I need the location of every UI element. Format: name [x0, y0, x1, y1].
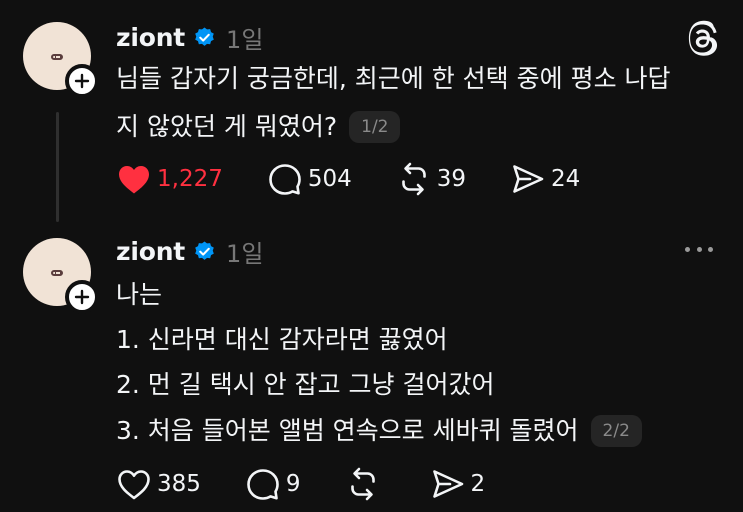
- page-indicator-badge: 2/2: [590, 415, 642, 447]
- comment-bubble-icon: [269, 164, 301, 195]
- like-button[interactable]: 1,227: [116, 162, 223, 196]
- username[interactable]: ziont: [116, 23, 185, 52]
- like-count: 1,227: [157, 166, 223, 192]
- reply-count: 9: [285, 471, 301, 497]
- follow-plus-icon[interactable]: [65, 64, 99, 98]
- verified-badge-icon: [195, 240, 214, 260]
- more-options-icon[interactable]: [685, 240, 713, 258]
- post-text-line: 1. 신라면 대신 감자라면 끓였어: [116, 325, 448, 354]
- share-button[interactable]: 24: [510, 162, 580, 196]
- heart-filled-icon: [119, 166, 149, 194]
- send-icon: [432, 470, 463, 498]
- avatar[interactable]: [23, 22, 99, 98]
- repost-button[interactable]: [345, 467, 386, 501]
- like-count: 385: [157, 471, 201, 497]
- avatar[interactable]: [23, 238, 99, 314]
- heart-outline-icon: [118, 470, 150, 500]
- post-text-span: 지 않았던 게 뭐였어?: [116, 112, 338, 141]
- post-actions: 1,227 504 39 24: [116, 162, 624, 196]
- post-time: 1일: [226, 25, 264, 54]
- send-icon: [513, 165, 544, 193]
- reply-button[interactable]: 504: [267, 162, 352, 196]
- username[interactable]: ziont: [116, 237, 185, 266]
- post-text-line: 나는: [116, 280, 163, 309]
- post-header: ziont 1일: [116, 21, 264, 54]
- post-actions: 385 9 2: [116, 467, 529, 501]
- threads-logo-icon[interactable]: [686, 20, 720, 58]
- repost-count: 39: [436, 166, 467, 192]
- reply-button[interactable]: 9: [245, 467, 301, 501]
- post-time: 1일: [226, 239, 264, 268]
- verified-badge-icon: [195, 26, 214, 46]
- reply-count: 504: [307, 166, 352, 192]
- like-button[interactable]: 385: [116, 467, 201, 501]
- page-indicator-badge: 1/2: [349, 111, 401, 143]
- post-text-line: 지 않았던 게 뭐였어? 1/2: [116, 110, 401, 144]
- follow-plus-icon[interactable]: [65, 280, 99, 314]
- post-text-line: 3. 처음 들어본 앨범 연속으로 세바퀴 돌렸어 2/2: [116, 414, 642, 448]
- repost-button[interactable]: 39: [396, 162, 466, 196]
- comment-bubble-icon: [247, 469, 279, 500]
- share-count: 24: [551, 166, 581, 192]
- share-button[interactable]: 2: [430, 467, 486, 501]
- thread-connector-line: [56, 112, 59, 222]
- repost-icon: [401, 162, 426, 196]
- repost-icon: [350, 467, 375, 501]
- post-text-span: 3. 처음 들어본 앨범 연속으로 세바퀴 돌렸어: [116, 416, 579, 445]
- post-header: ziont 1일: [116, 235, 264, 268]
- post-text-line: 2. 먼 길 택시 안 잡고 그냥 걸어갔어: [116, 370, 495, 399]
- post-text-line: 님들 갑자기 궁금한데, 최근에 한 선택 중에 평소 나답: [116, 64, 671, 93]
- share-count: 2: [470, 471, 486, 497]
